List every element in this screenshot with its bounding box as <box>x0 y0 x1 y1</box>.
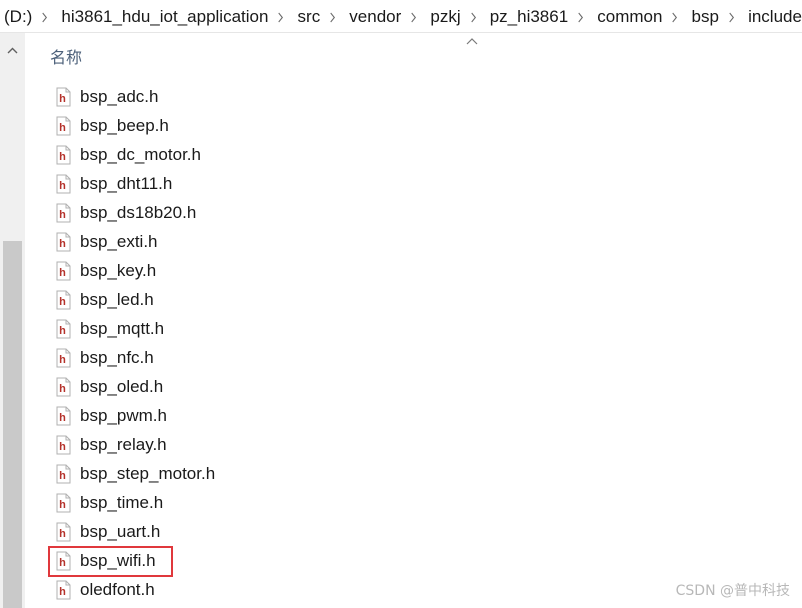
file-name: bsp_ds18b20.h <box>80 202 197 222</box>
vertical-scrollbar[interactable] <box>0 33 25 608</box>
c-header-file-icon: h <box>54 551 72 571</box>
c-header-file-icon: h <box>54 174 72 194</box>
chevron-up-icon[interactable] <box>0 33 25 67</box>
chevron-right-icon[interactable] <box>720 0 743 32</box>
file-name: bsp_oled.h <box>80 376 164 396</box>
svg-text:h: h <box>59 267 66 279</box>
breadcrumb-segment[interactable]: (D:) <box>0 0 32 32</box>
file-name: bsp_pwm.h <box>80 405 167 425</box>
breadcrumb-segment[interactable]: pz_hi3861 <box>486 0 568 32</box>
c-header-file-icon: h <box>54 290 72 310</box>
c-header-file-icon: h <box>54 145 72 165</box>
watermark: CSDN @普中科技 <box>675 583 790 599</box>
breadcrumb-segment[interactable]: common <box>593 0 662 32</box>
svg-text:h: h <box>59 383 66 395</box>
svg-text:h: h <box>59 354 66 366</box>
file-item[interactable]: h bsp_oled.h <box>48 372 608 401</box>
file-name: bsp_dht11.h <box>80 173 173 193</box>
file-item[interactable]: h bsp_step_motor.h <box>48 459 608 488</box>
file-item[interactable]: h bsp_nfc.h <box>48 343 608 372</box>
file-item[interactable]: h bsp_beep.h <box>48 111 608 140</box>
file-item[interactable]: h bsp_mqtt.h <box>48 314 608 343</box>
file-name: bsp_wifi.h <box>80 550 156 570</box>
svg-text:h: h <box>59 296 66 308</box>
c-header-file-icon: h <box>54 261 72 281</box>
file-name: oledfont.h <box>80 579 155 599</box>
c-header-file-icon: h <box>54 406 72 426</box>
file-item-selected[interactable]: h bsp_wifi.h <box>48 546 608 577</box>
c-header-file-icon: h <box>54 116 72 136</box>
c-header-file-icon: h <box>54 87 72 107</box>
svg-text:h: h <box>59 325 66 337</box>
file-item[interactable]: h bsp_dht11.h <box>48 169 608 198</box>
svg-text:h: h <box>59 470 66 482</box>
file-item[interactable]: h bsp_exti.h <box>48 227 608 256</box>
file-name: bsp_nfc.h <box>80 347 154 367</box>
file-name: bsp_beep.h <box>80 115 169 135</box>
file-item[interactable]: h bsp_time.h <box>48 488 608 517</box>
file-name: bsp_key.h <box>80 260 157 280</box>
file-name: bsp_uart.h <box>80 521 161 541</box>
file-item[interactable]: h bsp_adc.h <box>48 82 608 111</box>
file-item[interactable]: h bsp_pwm.h <box>48 401 608 430</box>
file-name: bsp_step_motor.h <box>80 463 216 483</box>
file-name: bsp_time.h <box>80 492 164 512</box>
file-name: bsp_adc.h <box>80 86 159 106</box>
svg-text:h: h <box>59 412 66 424</box>
file-list: h bsp_adc.h h bsp_beep.h h bsp_dc_motor.h h bsp… <box>48 82 608 604</box>
svg-text:h: h <box>59 441 66 453</box>
file-name: bsp_relay.h <box>80 434 167 454</box>
svg-text:h: h <box>59 122 66 134</box>
c-header-file-icon: h <box>54 522 72 542</box>
c-header-file-icon: h <box>54 377 72 397</box>
file-item[interactable]: h oledfont.h <box>48 575 608 604</box>
c-header-file-icon: h <box>54 319 72 339</box>
c-header-file-icon: h <box>54 464 72 484</box>
svg-text:h: h <box>59 209 66 221</box>
file-item[interactable]: h bsp_relay.h <box>48 430 608 459</box>
column-header-name[interactable]: 名称 <box>50 44 82 68</box>
chevron-right-icon[interactable] <box>270 0 293 32</box>
chevron-right-icon[interactable] <box>664 0 687 32</box>
breadcrumb-segment[interactable]: src <box>294 0 321 32</box>
chevron-right-icon[interactable] <box>34 0 57 32</box>
svg-text:h: h <box>59 586 66 598</box>
svg-text:h: h <box>59 93 66 105</box>
svg-text:h: h <box>59 180 66 192</box>
svg-text:h: h <box>59 499 66 511</box>
file-name: bsp_mqtt.h <box>80 318 165 338</box>
file-explorer-window: (D:) hi3861_hdu_iot_application src vendor p… <box>0 0 802 608</box>
svg-text:h: h <box>59 151 66 163</box>
breadcrumb-segment[interactable]: bsp <box>688 0 719 32</box>
file-name: bsp_dc_motor.h <box>80 144 201 164</box>
breadcrumb-segment[interactable]: hi3861_hdu_iot_application <box>57 0 268 32</box>
svg-text:h: h <box>59 238 66 250</box>
file-item[interactable]: h bsp_dc_motor.h <box>48 140 608 169</box>
svg-text:h: h <box>59 557 66 569</box>
c-header-file-icon: h <box>54 580 72 600</box>
chevron-right-icon[interactable] <box>569 0 592 32</box>
file-item[interactable]: h bsp_uart.h <box>48 517 608 546</box>
breadcrumb: (D:) hi3861_hdu_iot_application src vendor p… <box>0 0 802 33</box>
file-item[interactable]: h bsp_key.h <box>48 256 608 285</box>
c-header-file-icon: h <box>54 348 72 368</box>
file-name: bsp_led.h <box>80 289 154 309</box>
file-name: bsp_exti.h <box>80 231 158 251</box>
c-header-file-icon: h <box>54 232 72 252</box>
c-header-file-icon: h <box>54 493 72 513</box>
breadcrumb-segment[interactable]: vendor <box>345 0 401 32</box>
breadcrumb-segment[interactable]: include <box>744 0 802 32</box>
file-item[interactable]: h bsp_led.h <box>48 285 608 314</box>
chevron-right-icon[interactable] <box>462 0 485 32</box>
file-item[interactable]: h bsp_ds18b20.h <box>48 198 608 227</box>
c-header-file-icon: h <box>54 435 72 455</box>
chevron-right-icon[interactable] <box>403 0 426 32</box>
breadcrumb-segment[interactable]: pzkj <box>426 0 460 32</box>
scrollbar-thumb[interactable] <box>3 241 22 608</box>
sort-ascending-icon <box>466 38 478 45</box>
chevron-right-icon[interactable] <box>321 0 344 32</box>
c-header-file-icon: h <box>54 203 72 223</box>
svg-text:h: h <box>59 528 66 540</box>
